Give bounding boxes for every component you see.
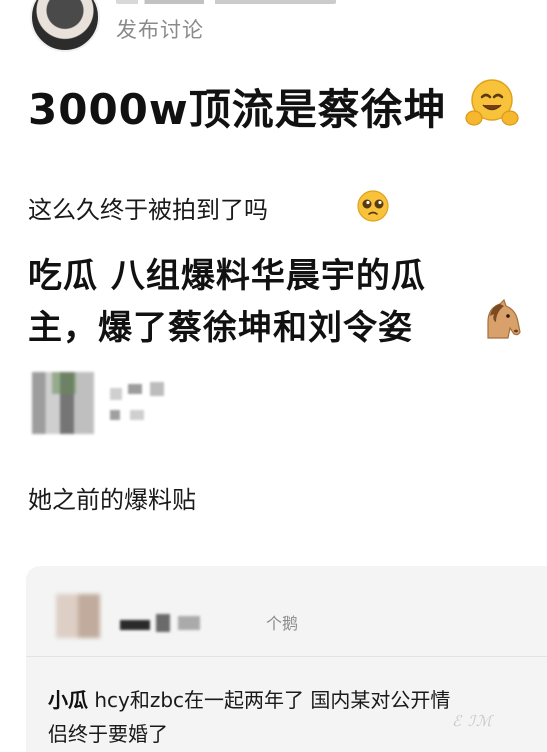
quoted-text-content: hcy和zbc在一起两年了 国内某对公开情 [94,688,451,712]
hugging-face-icon [465,79,519,126]
horse-icon [487,298,521,339]
quoted-group-label: 个鹅 [266,614,299,633]
quoted-user-name-blurred[interactable] [120,614,210,632]
referenced-user-avatar[interactable] [32,372,94,434]
post-body-line-2: 主，爆了蔡徐坤和刘令姿 [28,308,413,348]
post-header: 发布讨论 [0,0,547,52]
quote-divider [26,656,547,657]
quoted-user-avatar[interactable] [56,594,100,638]
pleading-face-icon [357,190,389,222]
post-title: 3000w顶流是蔡徐坤 [28,85,447,134]
referenced-user-name-blurred[interactable] [110,380,168,424]
author-name-blurred[interactable] [116,0,336,4]
quoted-text-line-1: 小瓜 hcy和zbc在一起两年了 国内某对公开情 [48,684,538,713]
previous-post-label: 她之前的爆料贴 [28,486,196,514]
author-avatar[interactable] [30,0,100,52]
post-type-label: 发布讨论 [116,18,204,42]
post-body-line-1: 吃瓜 八组爆料华晨宇的瓜 [28,256,426,296]
watermark-logo: ℰ ℐℳ [452,712,493,730]
post-subtitle: 这么久终于被拍到了吗 [28,196,268,224]
quoted-text-label: 小瓜 [48,688,88,712]
